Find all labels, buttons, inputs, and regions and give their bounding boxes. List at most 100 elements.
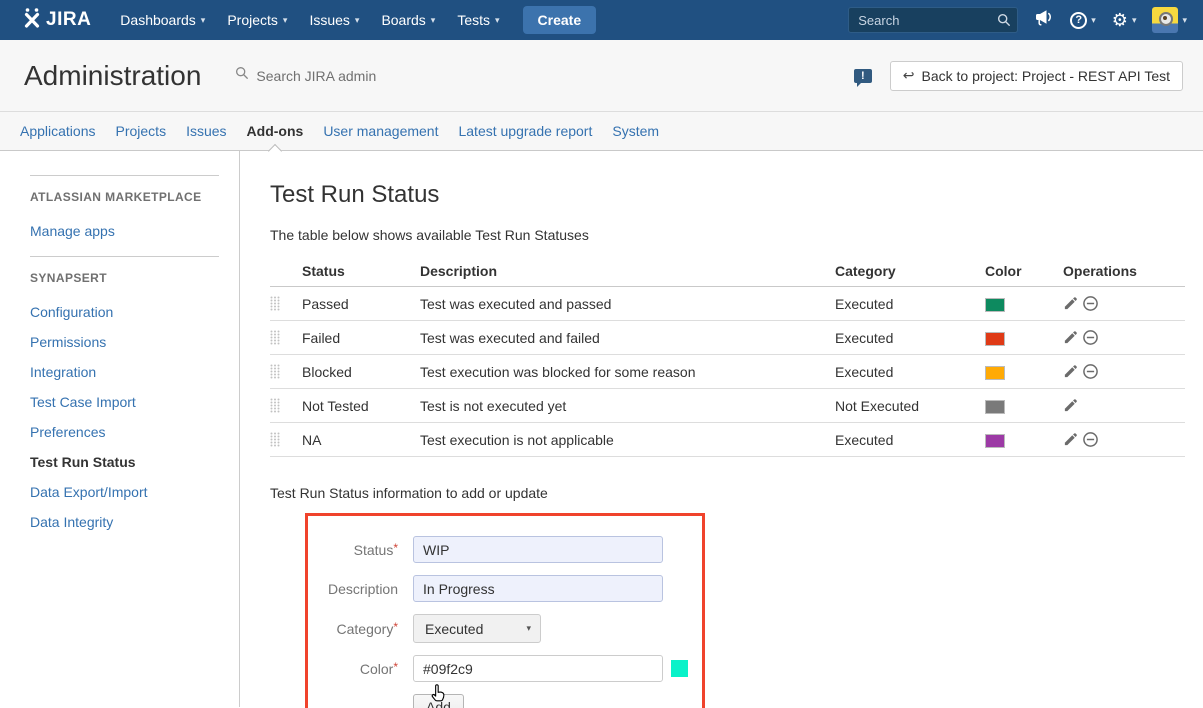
sidebar-item-manage-apps[interactable]: Manage apps [30, 216, 219, 246]
color-swatch [985, 400, 1005, 414]
remove-icon[interactable] [1082, 363, 1099, 380]
sidebar-divider [30, 175, 219, 176]
table-row: Blocked Test execution was blocked for s… [270, 355, 1185, 389]
remove-icon[interactable] [1082, 295, 1099, 312]
edit-icon[interactable] [1063, 330, 1078, 345]
feedback-icon[interactable]: ! [854, 69, 872, 83]
quick-search-input[interactable] [848, 7, 1018, 33]
handle-column-header [270, 255, 302, 287]
status-form-highlighted: Status* Description Category* Executed ▾ [305, 513, 705, 708]
color-swatch [985, 434, 1005, 448]
category-field-row: Category* Executed ▾ [318, 614, 702, 643]
color-input[interactable] [413, 655, 663, 682]
announcements-button[interactable] [1034, 9, 1054, 31]
admin-header: Administration ! ↩ Back to project: Proj… [0, 40, 1203, 112]
color-field-row: Color* [318, 655, 702, 682]
tab-applications[interactable]: Applications [20, 112, 96, 150]
color-swatch [985, 366, 1005, 380]
remove-icon[interactable] [1082, 431, 1099, 448]
nav-dashboards[interactable]: Dashboards▾ [109, 0, 216, 40]
jira-admin-page: JIRA Dashboards▾ Projects▾ Issues▾ Board… [0, 0, 1203, 708]
content: ATLASSIAN MARKETPLACE Manage apps SYNAPS… [0, 151, 1203, 707]
back-to-project-button[interactable]: ↩ Back to project: Project - REST API Te… [890, 61, 1183, 91]
remove-icon[interactable] [1082, 329, 1099, 346]
edit-icon[interactable] [1063, 364, 1078, 379]
jira-logo-icon [22, 7, 42, 34]
create-button[interactable]: Create [523, 6, 597, 34]
drag-handle-icon[interactable] [270, 395, 280, 416]
sidebar-heading-marketplace: ATLASSIAN MARKETPLACE [30, 190, 219, 204]
help-icon: ? [1070, 12, 1087, 29]
status-cell: Failed [302, 321, 420, 355]
jira-logo-text: JIRA [46, 9, 91, 31]
nav-tests[interactable]: Tests▾ [446, 0, 510, 40]
section-title: Test Run Status [270, 181, 1185, 209]
sidebar-item-data-integrity[interactable]: Data Integrity [30, 507, 219, 537]
user-profile-menu-button[interactable]: ▾ [1152, 7, 1187, 33]
category-cell: Executed [835, 287, 985, 321]
chevron-down-icon: ▾ [1182, 15, 1187, 26]
tab-user-management[interactable]: User management [323, 112, 438, 150]
description-field-row: Description [318, 575, 702, 602]
chevron-down-icon: ▾ [1132, 15, 1137, 26]
status-column-header: Status [302, 255, 420, 287]
required-indicator: * [393, 541, 398, 555]
drag-handle-icon[interactable] [270, 293, 280, 314]
category-cell: Executed [835, 355, 985, 389]
add-button[interactable]: Add [413, 694, 464, 708]
color-column-header: Color [985, 255, 1063, 287]
sidebar-item-configuration[interactable]: Configuration [30, 297, 219, 327]
drag-handle-icon[interactable] [270, 327, 280, 348]
table-row: Passed Test was executed and passed Exec… [270, 287, 1185, 321]
user-avatar [1152, 7, 1178, 33]
description-label: Description [318, 581, 398, 597]
color-swatch [985, 298, 1005, 312]
return-arrow-icon: ↩ [903, 67, 915, 84]
nav-boards[interactable]: Boards▾ [370, 0, 446, 40]
sidebar-item-integration[interactable]: Integration [30, 357, 219, 387]
sidebar-item-test-case-import[interactable]: Test Case Import [30, 387, 219, 417]
drag-handle-icon[interactable] [270, 361, 280, 382]
sidebar-divider [30, 256, 219, 257]
edit-icon[interactable] [1063, 432, 1078, 447]
chevron-down-icon: ▾ [1091, 15, 1096, 26]
admin-search-input[interactable] [256, 68, 456, 84]
edit-icon[interactable] [1063, 398, 1078, 413]
category-cell: Executed [835, 321, 985, 355]
nav-projects[interactable]: Projects▾ [216, 0, 298, 40]
category-column-header: Category [835, 255, 985, 287]
tab-projects[interactable]: Projects [116, 112, 167, 150]
search-icon [997, 13, 1011, 32]
category-cell: Executed [835, 423, 985, 457]
category-select[interactable]: Executed ▾ [413, 614, 541, 643]
drag-handle-icon[interactable] [270, 429, 280, 450]
quick-search [848, 7, 1018, 33]
status-field-row: Status* [318, 536, 702, 563]
sidebar: ATLASSIAN MARKETPLACE Manage apps SYNAPS… [0, 151, 240, 707]
help-menu-button[interactable]: ? ▾ [1070, 12, 1096, 29]
sidebar-item-preferences[interactable]: Preferences [30, 417, 219, 447]
sidebar-item-permissions[interactable]: Permissions [30, 327, 219, 357]
jira-logo[interactable]: JIRA [22, 7, 91, 34]
tab-issues[interactable]: Issues [186, 112, 226, 150]
tab-system[interactable]: System [612, 112, 659, 150]
gear-icon: ⚙ [1112, 11, 1128, 29]
description-input[interactable] [413, 575, 663, 602]
operations-column-header: Operations [1063, 255, 1185, 287]
color-swatch [985, 332, 1005, 346]
chevron-down-icon: ▾ [201, 15, 206, 26]
sidebar-item-data-export-import[interactable]: Data Export/Import [30, 477, 219, 507]
page-title: Administration [24, 60, 201, 92]
tab-latest-upgrade-report[interactable]: Latest upgrade report [458, 112, 592, 150]
description-cell: Test execution was blocked for some reas… [420, 355, 835, 389]
admin-settings-menu-button[interactable]: ⚙ ▾ [1112, 11, 1137, 29]
edit-icon[interactable] [1063, 296, 1078, 311]
sidebar-item-test-run-status[interactable]: Test Run Status [30, 447, 219, 477]
tab-add-ons[interactable]: Add-ons [247, 112, 304, 150]
status-input[interactable] [413, 536, 663, 563]
top-navbar: JIRA Dashboards▾ Projects▾ Issues▾ Board… [0, 0, 1203, 40]
sidebar-heading-synapsert: SYNAPSERT [30, 271, 219, 285]
status-cell: Blocked [302, 355, 420, 389]
chevron-down-icon: ▾ [283, 15, 288, 26]
nav-issues[interactable]: Issues▾ [298, 0, 370, 40]
